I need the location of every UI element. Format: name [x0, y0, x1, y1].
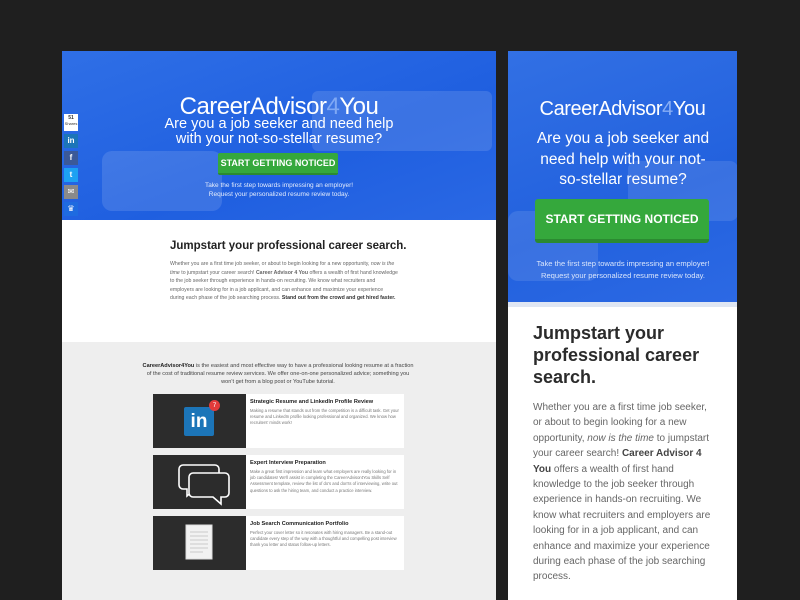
hero-tagline: Are you a job seeker and need help with …	[536, 130, 710, 188]
service-card-resume[interactable]: in 7 Strategic Resume and LinkedIn Profi…	[153, 394, 404, 448]
intro-paragraph: Whether you are a first time job seeker,…	[533, 402, 711, 583]
linkedin-thumb: in 7	[153, 394, 246, 448]
more-share-button[interactable]: ♛	[64, 202, 78, 216]
service-title: Strategic Resume and LinkedIn Profile Re…	[250, 399, 374, 405]
intro-section: Jumpstart your professional career searc…	[62, 220, 496, 342]
interview-thumb	[153, 455, 246, 509]
services-section: CareerAdvisor4You is the easiest and mos…	[62, 342, 496, 600]
service-description: Make a great first impression and learn …	[250, 469, 398, 493]
intro-paragraph: Whether you are a first time job seeker,…	[170, 261, 398, 302]
hero-tagline: Are you a job seeker and need help with …	[164, 116, 394, 147]
linkedin-share-button[interactable]: in	[64, 134, 78, 148]
mobile-intro-section: Jumpstart your professional career searc…	[508, 302, 737, 600]
mobile-hero-section: CareerAdvisor4You Are you a job seeker a…	[508, 51, 737, 302]
share-bar: 51 Shares in f t ✉ ♛	[64, 114, 78, 216]
hero-subtext: Take the first step towards impressing a…	[536, 259, 710, 280]
mobile-mockup: CareerAdvisor4You Are you a job seeker a…	[508, 51, 737, 600]
brand-logo[interactable]: CareerAdvisor4You	[508, 98, 737, 121]
linkedin-icon: in	[184, 407, 214, 436]
service-title: Expert Interview Preparation	[250, 460, 326, 466]
service-description: Perfect your cover letter so it resonate…	[250, 530, 397, 548]
intro-heading: Jumpstart your professional career searc…	[170, 240, 407, 252]
facebook-share-button[interactable]: f	[64, 151, 78, 165]
intro-heading: Jumpstart your professional career searc…	[533, 323, 700, 387]
service-card-interview[interactable]: Expert Interview Preparation Make a grea…	[153, 455, 404, 509]
twitter-share-button[interactable]: t	[64, 168, 78, 182]
services-lead: CareerAdvisor4You is the easiest and mos…	[142, 363, 414, 386]
start-getting-noticed-button[interactable]: START GETTING NOTICED	[218, 153, 338, 175]
service-description: Making a resume that stands out from the…	[250, 408, 399, 426]
share-count: 51 Shares	[64, 114, 78, 131]
service-card-portfolio[interactable]: Job Search Communication Portfolio Perfe…	[153, 516, 404, 570]
email-share-button[interactable]: ✉	[64, 185, 78, 199]
document-icon	[185, 524, 213, 560]
notification-badge: 7	[209, 400, 220, 411]
hero-section: CareerAdvisor4You Are you a job seeker a…	[62, 51, 496, 220]
desktop-mockup: CareerAdvisor4You Are you a job seeker a…	[62, 51, 496, 600]
portfolio-thumb	[153, 516, 246, 570]
chat-bubbles-icon	[178, 464, 230, 506]
start-getting-noticed-button[interactable]: START GETTING NOTICED	[535, 199, 709, 243]
service-title: Job Search Communication Portfolio	[250, 521, 349, 527]
hero-subtext: Take the first step towards impressing a…	[204, 182, 354, 198]
